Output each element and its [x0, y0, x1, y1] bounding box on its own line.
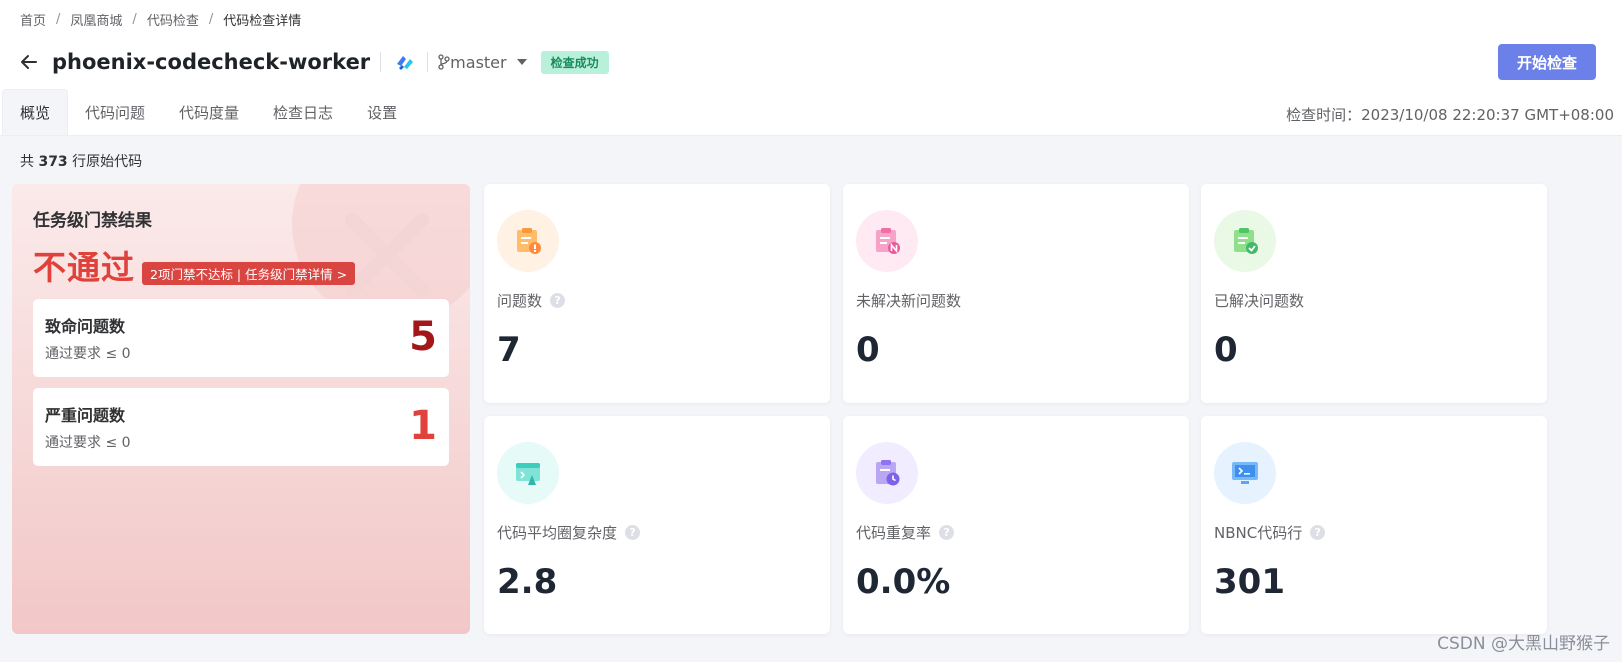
- back-arrow-icon[interactable]: [18, 51, 40, 73]
- metric-value: 0: [1214, 330, 1238, 370]
- gate-item-requirement: 通过要求 ≤ 0: [45, 346, 131, 362]
- line-count-value: 373: [38, 154, 68, 170]
- metric-label-text: 问题数: [497, 292, 543, 310]
- gate-item-requirement: 通过要求 ≤ 0: [45, 435, 131, 451]
- metric-value: 7: [497, 330, 521, 370]
- gate-detail-link[interactable]: 2项门禁不达标 | 任务级门禁详情 >: [142, 262, 356, 285]
- gate-item-value: 1: [409, 403, 437, 449]
- metric-card-new-unresolved[interactable]: 未解决新问题数 0: [843, 184, 1189, 403]
- help-icon[interactable]: ?: [550, 293, 566, 308]
- divider: [427, 52, 429, 72]
- chevron-down-icon: [516, 59, 527, 65]
- metric-card-nbnc-lines[interactable]: NBNC代码行 ? 301: [1201, 416, 1547, 634]
- repo-link-icon[interactable]: [393, 50, 417, 74]
- line-count: 共 373 行原始代码: [20, 151, 142, 171]
- tab-code-metrics[interactable]: 代码度量: [162, 89, 256, 135]
- branch-icon: [438, 54, 450, 70]
- metric-label-text: NBNC代码行: [1214, 524, 1303, 542]
- branch-name: master: [450, 52, 507, 72]
- gate-item-fatal: 致命问题数 通过要求 ≤ 0 5: [33, 299, 449, 377]
- metric-label: 未解决新问题数: [856, 290, 961, 311]
- resolved-check-icon: [1214, 210, 1276, 272]
- metric-label-text: 代码重复率: [856, 524, 932, 542]
- breadcrumb-separator: /: [132, 12, 137, 27]
- line-count-prefix: 共: [20, 154, 34, 170]
- status-badge: 检查成功: [540, 50, 609, 74]
- metric-label-text: 未解决新问题数: [856, 292, 962, 310]
- code-lines-monitor-icon: [1214, 442, 1276, 504]
- complexity-icon: [497, 442, 559, 504]
- gate-item-value: 5: [409, 314, 437, 360]
- gate-item-severe: 严重问题数 通过要求 ≤ 0 1: [33, 388, 449, 466]
- metric-label: 代码重复率 ?: [856, 522, 955, 543]
- metric-value: 301: [1214, 562, 1285, 602]
- gate-item-title: 致命问题数: [45, 317, 126, 336]
- metric-card-duplication[interactable]: 代码重复率 ? 0.0%: [843, 416, 1189, 634]
- breadcrumb-current: 代码检查详情: [223, 14, 302, 29]
- start-check-button[interactable]: 开始检查: [1498, 44, 1596, 80]
- breadcrumb-separator: /: [208, 12, 214, 27]
- metric-label: NBNC代码行 ?: [1214, 522, 1326, 543]
- breadcrumb: 首页 / 凤凰商城 / 代码检查 / 代码检查详情: [20, 10, 301, 29]
- metric-card-complexity[interactable]: 代码平均圈复杂度 ? 2.8: [484, 416, 830, 634]
- tab-overview[interactable]: 概览: [2, 89, 69, 135]
- metric-value: 0.0%: [856, 562, 951, 602]
- title-row: phoenix-codecheck-worker master 检查成功: [18, 44, 609, 80]
- metric-value: 0: [856, 330, 880, 370]
- overview-content: 共 373 行原始代码 任务级门禁结果 不通过 2项门禁不达标 | 任务级门禁详…: [0, 136, 1622, 662]
- metric-label-text: 已解决问题数: [1214, 292, 1305, 310]
- help-icon[interactable]: ?: [1310, 525, 1326, 540]
- issue-warning-icon: [497, 210, 559, 272]
- check-time: 检查时间：2023/10/08 22:20:37 GMT+08:00: [1286, 106, 1614, 124]
- metric-value: 2.8: [497, 562, 558, 602]
- line-count-suffix: 行原始代码: [72, 154, 143, 170]
- breadcrumb-separator: /: [56, 12, 61, 27]
- gate-title: 任务级门禁结果: [33, 211, 152, 231]
- tab-check-log[interactable]: 检查日志: [256, 89, 350, 135]
- repo-name: phoenix-codecheck-worker: [52, 50, 371, 74]
- new-issue-icon: [856, 210, 918, 272]
- gate-result: 不通过: [33, 248, 135, 287]
- branch-selector[interactable]: master: [438, 52, 527, 72]
- help-icon[interactable]: ?: [625, 525, 641, 540]
- breadcrumb-home[interactable]: 首页: [20, 10, 46, 29]
- metric-label: 代码平均圈复杂度 ?: [497, 522, 641, 543]
- metric-label: 已解决问题数: [1214, 290, 1304, 311]
- metric-card-issues[interactable]: 问题数 ? 7: [484, 184, 830, 403]
- metric-label: 问题数 ?: [497, 290, 566, 311]
- divider: [380, 52, 382, 72]
- help-icon[interactable]: ?: [939, 525, 955, 540]
- gate-item-title: 严重问题数: [45, 406, 126, 425]
- watermark: CSDN @大黑山野猴子: [1437, 634, 1610, 654]
- breadcrumb-codecheck[interactable]: 代码检查: [147, 10, 199, 29]
- duplicate-clock-icon: [856, 442, 918, 504]
- gate-result-card: 任务级门禁结果 不通过 2项门禁不达标 | 任务级门禁详情 > 致命问题数 通过…: [12, 184, 470, 634]
- breadcrumb-project[interactable]: 凤凰商城: [70, 10, 122, 29]
- fail-x-icon: [345, 213, 429, 297]
- tab-settings[interactable]: 设置: [350, 89, 414, 135]
- metric-card-resolved[interactable]: 已解决问题数 0: [1201, 184, 1547, 403]
- tab-code-issues[interactable]: 代码问题: [68, 89, 162, 135]
- metric-label-text: 代码平均圈复杂度: [497, 524, 618, 542]
